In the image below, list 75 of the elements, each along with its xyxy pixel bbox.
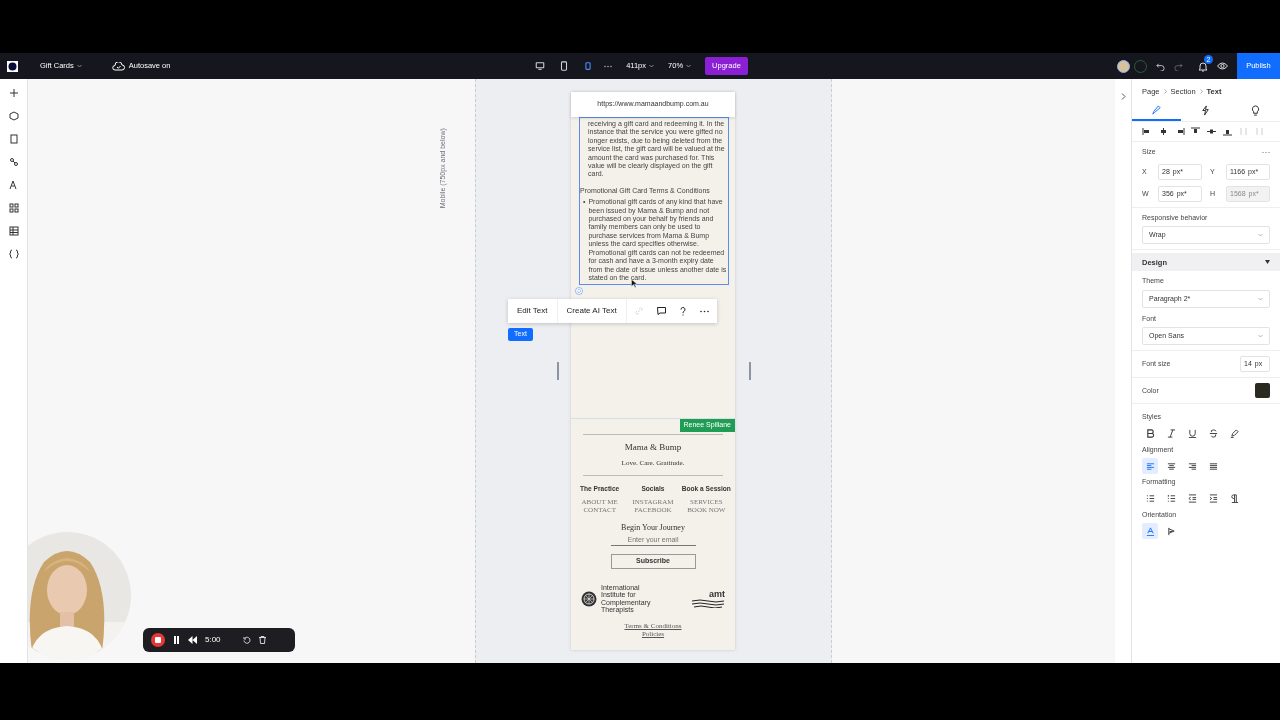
- code-icon[interactable]: [8, 248, 19, 259]
- format-option[interactable]: [1142, 523, 1158, 540]
- more-icon[interactable]: [604, 64, 613, 68]
- tablet-icon: [559, 61, 570, 71]
- timer: 5:00: [205, 634, 221, 646]
- lightning-icon: [1200, 104, 1212, 116]
- nodes-icon[interactable]: [8, 156, 19, 167]
- restart-icon[interactable]: [242, 636, 251, 644]
- rotate-handle-icon[interactable]: [575, 287, 583, 295]
- comment-icon[interactable]: [656, 307, 666, 315]
- strikethrough-icon[interactable]: [1208, 429, 1218, 439]
- undo-icon[interactable]: [1156, 61, 1165, 71]
- redo-icon[interactable]: [1174, 61, 1183, 71]
- more-icon[interactable]: [699, 309, 709, 313]
- newsletter-title: Begin Your Journey: [620, 521, 686, 534]
- cursor-icon: [631, 279, 637, 288]
- distribute-horizontal-icon: [1238, 127, 1249, 137]
- vertical-text-icon: [1166, 526, 1176, 536]
- bell-icon[interactable]: [1198, 60, 1208, 72]
- italic-icon[interactable]: [1166, 429, 1176, 439]
- highlighter-icon[interactable]: [1229, 429, 1239, 439]
- selected-text-frame[interactable]: [579, 117, 729, 286]
- seal-icon: [581, 590, 597, 607]
- distribute-vertical-icon: [1254, 127, 1265, 137]
- page-icon[interactable]: [8, 133, 19, 144]
- waves-icon: [691, 598, 725, 608]
- stop-button[interactable]: [151, 633, 165, 647]
- paragraph-icon[interactable]: [1229, 494, 1239, 504]
- caret-icon: [76, 64, 82, 68]
- align-middle-icon[interactable]: [1206, 127, 1217, 137]
- table-icon[interactable]: [8, 225, 19, 236]
- chevron-right-icon: [1199, 89, 1203, 95]
- underline-icon[interactable]: [1187, 429, 1197, 439]
- grid-icon[interactable]: [8, 202, 19, 213]
- eye-icon[interactable]: [1217, 62, 1228, 70]
- indent-icon[interactable]: [1208, 494, 1218, 504]
- format-option[interactable]: [1142, 458, 1158, 475]
- chevron-right-icon: [1163, 89, 1167, 95]
- outdent-icon[interactable]: [1187, 494, 1197, 504]
- site-brand: Mama & Bump: [623, 441, 683, 454]
- toolbar-button[interactable]: Edit Text: [508, 299, 558, 323]
- bullet-list-icon[interactable]: [1145, 494, 1155, 504]
- add-icon[interactable]: [8, 87, 19, 98]
- pause-icon[interactable]: [173, 636, 180, 644]
- caret-icon: [686, 64, 692, 68]
- bold-icon[interactable]: [1145, 429, 1155, 439]
- resize-handle[interactable]: [557, 362, 559, 380]
- color-swatch[interactable]: [1255, 383, 1270, 399]
- lightbulb-icon: [1249, 104, 1261, 116]
- caret-icon: [1258, 233, 1263, 238]
- brush-icon: [1151, 104, 1163, 116]
- cube-icon[interactable]: [8, 110, 19, 121]
- badge-caption: amt: [709, 589, 725, 599]
- desktop-icon: [535, 61, 546, 71]
- justify-icon: [1208, 461, 1218, 471]
- mobile-icon: [583, 61, 594, 71]
- typography-icon[interactable]: [8, 179, 19, 190]
- caret-icon: [649, 64, 655, 68]
- avatar[interactable]: [1117, 59, 1130, 73]
- resize-handle[interactable]: [749, 362, 751, 380]
- align-right-icon: [1187, 461, 1197, 471]
- numbered-list-icon[interactable]: [1166, 494, 1176, 504]
- align-center-icon[interactable]: [1158, 127, 1169, 137]
- logo-icon[interactable]: [7, 60, 18, 72]
- caret-icon: [1258, 334, 1263, 339]
- align-left-icon: [1145, 461, 1155, 471]
- align-bottom-icon[interactable]: [1222, 127, 1233, 137]
- cloud-check-icon: [111, 61, 125, 71]
- caret-icon: [1258, 296, 1263, 301]
- help-icon[interactable]: [679, 306, 686, 316]
- align-center-icon: [1166, 461, 1176, 471]
- rewind-icon[interactable]: [188, 636, 197, 644]
- text-direction-icon: [1145, 526, 1155, 536]
- toolbar-button[interactable]: Create AI Text: [557, 299, 627, 323]
- trash-icon[interactable]: [258, 636, 266, 644]
